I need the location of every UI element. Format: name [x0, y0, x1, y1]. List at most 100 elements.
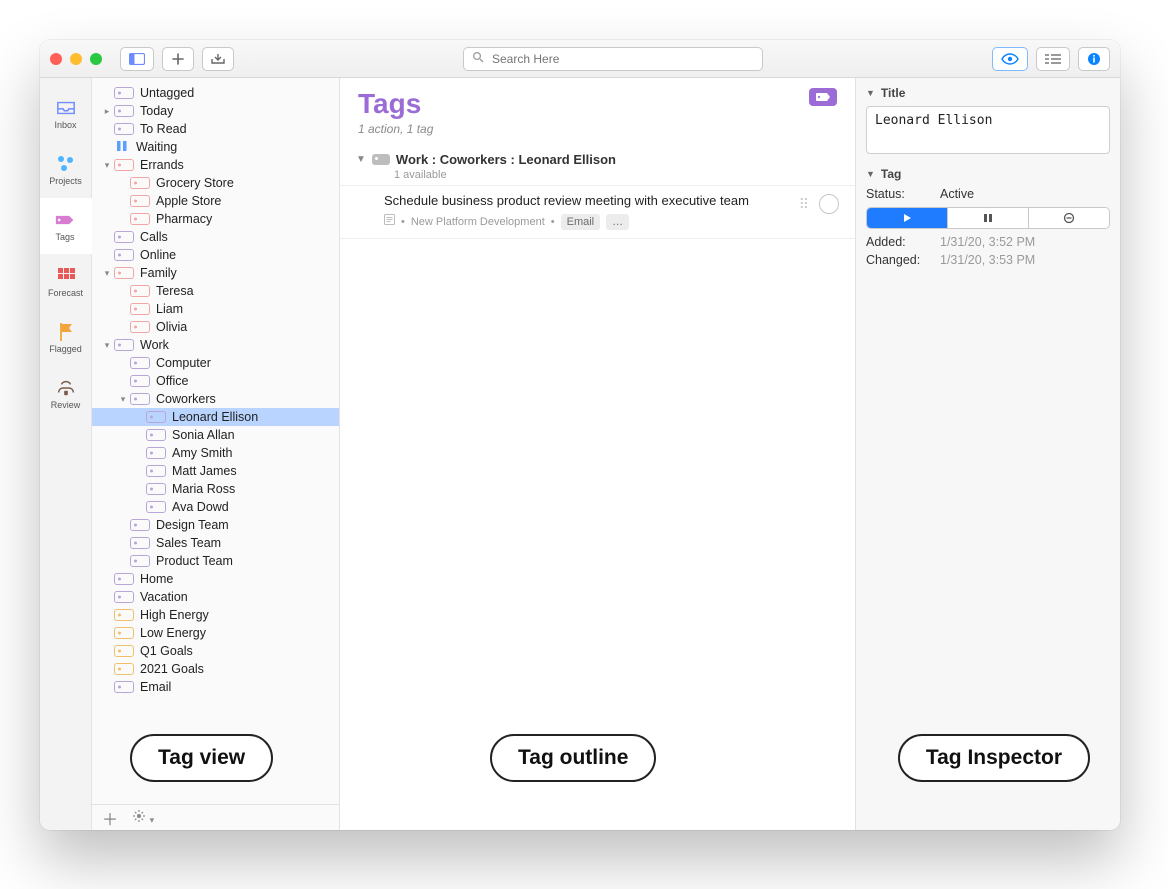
tag-row[interactable]: Sonia Allan	[92, 426, 339, 444]
tag-label: Sales Team	[156, 536, 221, 550]
tag-row[interactable]: Online	[92, 246, 339, 264]
tag-label: Liam	[156, 302, 183, 316]
tag-title-input[interactable]	[866, 106, 1110, 154]
nav-forecast[interactable]: Forecast	[40, 254, 92, 310]
tag-row[interactable]: Leonard Ellison	[92, 408, 339, 426]
meta-sep: •	[551, 215, 555, 230]
toggle-outline-button[interactable]	[1036, 47, 1070, 71]
task-status-circle[interactable]	[819, 194, 839, 214]
status-paused-button[interactable]	[948, 208, 1029, 228]
nav-inbox[interactable]: Inbox	[40, 86, 92, 142]
inspector-panel: ▼Title ▼Tag Status: Active Adde	[856, 78, 1120, 830]
tag-icon	[130, 285, 150, 297]
tag-row[interactable]: 2021 Goals	[92, 660, 339, 678]
tag-row[interactable]: To Read	[92, 120, 339, 138]
tag-row[interactable]: Matt James	[92, 462, 339, 480]
tag-label: Sonia Allan	[172, 428, 235, 442]
nav-label: Forecast	[48, 288, 83, 298]
tag-row[interactable]: Office	[92, 372, 339, 390]
pause-icon	[114, 140, 130, 155]
disclosure-triangle-icon[interactable]: ▾	[116, 394, 130, 405]
tag-icon	[372, 154, 390, 165]
disclosure-triangle-icon[interactable]: ▾	[100, 340, 114, 351]
disclosure-triangle-icon[interactable]: ▸	[100, 106, 114, 117]
tag-label: Home	[140, 572, 173, 586]
tag-sidebar: Untagged▸TodayTo ReadWaiting▾ErrandsGroc…	[92, 78, 340, 830]
close-window-button[interactable]	[50, 53, 62, 65]
outline-subtitle: 1 action, 1 tag	[358, 122, 433, 136]
new-item-button[interactable]	[162, 47, 194, 71]
tag-row[interactable]: Liam	[92, 300, 339, 318]
tag-row[interactable]: High Energy	[92, 606, 339, 624]
tag-icon	[146, 483, 166, 495]
tag-tree[interactable]: Untagged▸TodayTo ReadWaiting▾ErrandsGroc…	[92, 78, 339, 804]
inspector-title-header: Title	[881, 86, 905, 100]
drag-handle-icon[interactable]: ⠿	[799, 196, 809, 213]
task-more-chip[interactable]: …	[606, 214, 629, 231]
callout-tag-outline: Tag outline	[490, 734, 656, 782]
tag-icon	[130, 555, 150, 567]
tag-row[interactable]: Maria Ross	[92, 480, 339, 498]
tag-row[interactable]: Calls	[92, 228, 339, 246]
status-dropped-button[interactable]	[1029, 208, 1109, 228]
disclosure-triangle-icon[interactable]: ▼	[356, 154, 366, 165]
tag-icon	[146, 465, 166, 477]
nav-flagged[interactable]: Flagged	[40, 310, 92, 366]
tag-row[interactable]: ▾Family	[92, 264, 339, 282]
tag-row[interactable]: Computer	[92, 354, 339, 372]
note-icon	[384, 214, 395, 230]
tag-row[interactable]: ▾Coworkers	[92, 390, 339, 408]
tag-row[interactable]: ▾Errands	[92, 156, 339, 174]
tag-row[interactable]: Low Energy	[92, 624, 339, 642]
status-segmented-control[interactable]	[866, 207, 1110, 229]
disclosure-triangle-icon[interactable]: ▾	[100, 160, 114, 171]
tag-label: Amy Smith	[172, 446, 232, 460]
tag-icon	[114, 339, 134, 351]
tag-group-header[interactable]: ▼ Work : Coworkers : Leonard Ellison	[340, 148, 855, 171]
zoom-window-button[interactable]	[90, 53, 102, 65]
tag-row[interactable]: Vacation	[92, 588, 339, 606]
add-tag-button[interactable]: ＋	[102, 806, 118, 830]
nav-review[interactable]: Review	[40, 366, 92, 422]
toggle-sidebar-button[interactable]	[120, 47, 154, 71]
view-options-button[interactable]	[992, 47, 1028, 71]
tag-row[interactable]: Amy Smith	[92, 444, 339, 462]
task-row[interactable]: Schedule business product review meeting…	[340, 185, 855, 239]
callout-tag-view: Tag view	[130, 734, 273, 782]
tag-row[interactable]: Apple Store	[92, 192, 339, 210]
tag-row[interactable]: Waiting	[92, 138, 339, 156]
task-tag-chip[interactable]: Email	[561, 214, 601, 231]
tag-row[interactable]: Sales Team	[92, 534, 339, 552]
sidebar-gear-button[interactable]: ▾	[132, 809, 154, 826]
toggle-inspector-button[interactable]	[1078, 47, 1110, 71]
tag-row[interactable]: Product Team	[92, 552, 339, 570]
tag-row[interactable]: Grocery Store	[92, 174, 339, 192]
nav-tags[interactable]: Tags	[40, 198, 92, 254]
tag-label: Low Energy	[140, 626, 206, 640]
disclosure-triangle-icon[interactable]: ▼	[866, 169, 875, 179]
disclosure-triangle-icon[interactable]: ▾	[100, 268, 114, 279]
tag-label: Product Team	[156, 554, 233, 568]
minimize-window-button[interactable]	[70, 53, 82, 65]
quick-entry-button[interactable]	[202, 47, 234, 71]
search-input[interactable]	[490, 51, 754, 67]
tag-row[interactable]: Teresa	[92, 282, 339, 300]
tag-label: Matt James	[172, 464, 237, 478]
tag-row[interactable]: Ava Dowd	[92, 498, 339, 516]
tag-row[interactable]: Untagged	[92, 84, 339, 102]
tag-row[interactable]: ▾Work	[92, 336, 339, 354]
tag-row[interactable]: Home	[92, 570, 339, 588]
nav-projects[interactable]: Projects	[40, 142, 92, 198]
tag-row[interactable]: Email	[92, 678, 339, 696]
tag-row[interactable]: Q1 Goals	[92, 642, 339, 660]
added-key-label: Added:	[866, 235, 930, 249]
tag-row[interactable]: Design Team	[92, 516, 339, 534]
outline-title: Tags	[358, 88, 433, 120]
disclosure-triangle-icon[interactable]: ▼	[866, 88, 875, 98]
tag-row[interactable]: ▸Today	[92, 102, 339, 120]
app-window: InboxProjectsTagsForecastFlaggedReview U…	[40, 40, 1120, 830]
tag-row[interactable]: Olivia	[92, 318, 339, 336]
status-active-button[interactable]	[867, 208, 948, 228]
tag-row[interactable]: Pharmacy	[92, 210, 339, 228]
search-field[interactable]	[463, 47, 763, 71]
